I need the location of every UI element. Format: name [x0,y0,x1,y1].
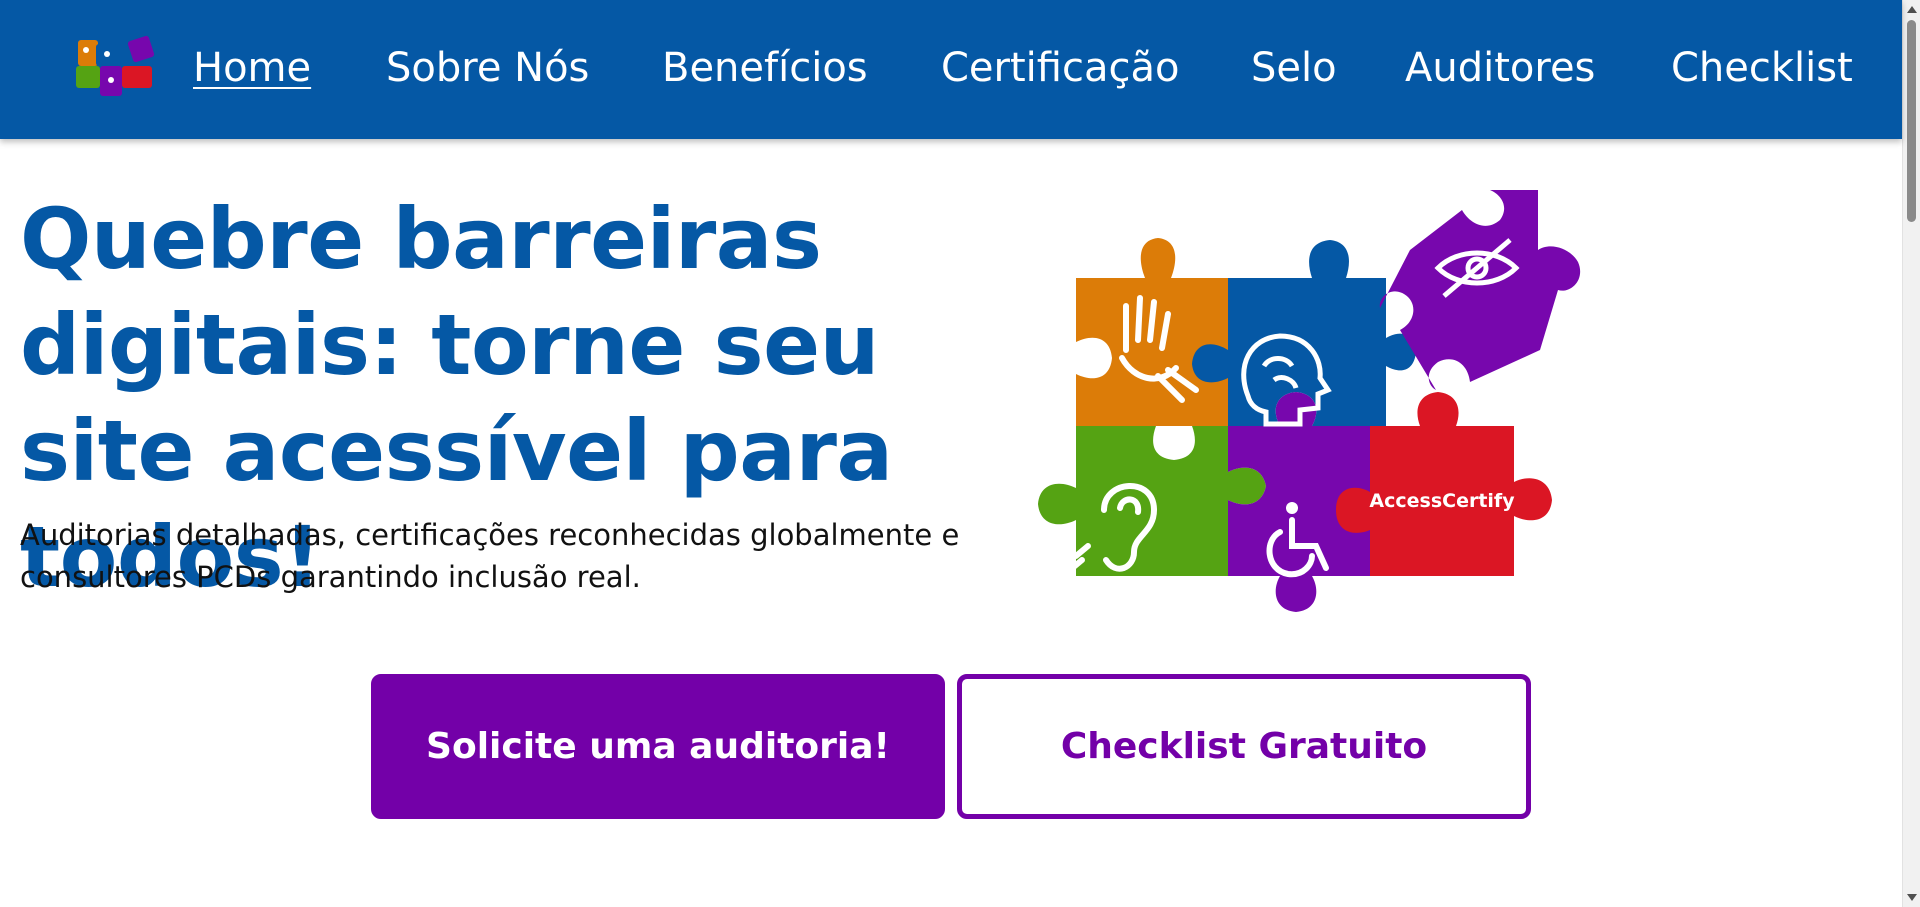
accessibility-puzzle-illustration: AccessCertify [1038,190,1581,612]
puzzle-logo-icon[interactable] [74,34,162,102]
nav-selo[interactable]: Selo [1251,44,1337,92]
nav-home[interactable]: Home [193,44,311,92]
scroll-up-arrow-icon[interactable] [1907,6,1917,13]
free-checklist-button[interactable]: Checklist Gratuito [957,674,1531,819]
hero-subtitle: Auditorias detalhadas, certificações rec… [20,518,960,594]
request-audit-button[interactable]: Solicite uma auditoria! [371,674,945,819]
page: Home Sobre Nós Benefícios Certificação S… [0,0,1920,907]
scroll-down-arrow-icon[interactable] [1907,894,1917,901]
nav-checklist[interactable]: Checklist [1671,44,1853,92]
scroll-thumb[interactable] [1907,20,1916,222]
top-navbar: Home Sobre Nós Benefícios Certificação S… [0,0,1902,139]
nav-certificacao[interactable]: Certificação [941,44,1179,92]
puzzle-brand-label: AccessCertify [1369,490,1515,512]
nav-beneficios[interactable]: Benefícios [662,44,868,92]
vertical-scrollbar[interactable] [1902,0,1920,907]
nav-sobre-nos[interactable]: Sobre Nós [386,44,589,92]
nav-auditores[interactable]: Auditores [1405,44,1595,92]
